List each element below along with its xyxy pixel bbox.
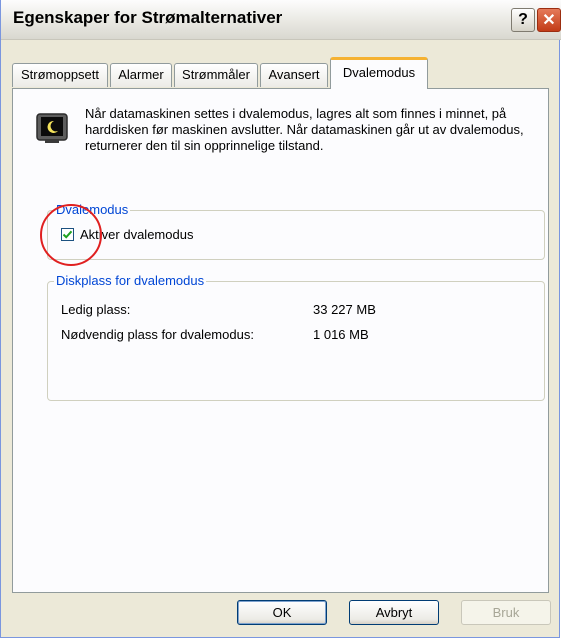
tab-dvalemodus[interactable]: Dvalemodus xyxy=(330,57,428,89)
tab-stromoppsett[interactable]: Strømoppsett xyxy=(12,63,108,87)
tab-alarmer[interactable]: Alarmer xyxy=(110,63,172,87)
free-space-value: 33 227 MB xyxy=(313,302,376,317)
close-button[interactable]: ✕ xyxy=(537,8,561,32)
info-description: Når datamaskinen settes i dvalemodus, la… xyxy=(85,106,524,153)
title-bar[interactable]: Egenskaper for Strømalternativer ? ✕ xyxy=(1,0,561,40)
window-title: Egenskaper for Strømalternativer xyxy=(13,8,283,27)
apply-button[interactable]: Bruk xyxy=(461,600,551,625)
highlight-annotation-circle xyxy=(40,204,102,266)
properties-dialog: Egenskaper for Strømalternativer ? ✕ Str… xyxy=(0,0,561,638)
help-icon: ? xyxy=(518,11,528,28)
tab-strommaler[interactable]: Strømmåler xyxy=(174,63,258,87)
disk-space-group-title: Diskplass for dvalemodus xyxy=(54,273,207,289)
close-icon: ✕ xyxy=(542,12,556,29)
help-button[interactable]: ? xyxy=(511,8,535,32)
required-space-label: Nødvendig plass for dvalemodus: xyxy=(61,327,254,342)
cancel-button[interactable]: Avbryt xyxy=(349,600,439,625)
hibernate-monitor-icon xyxy=(36,113,68,143)
required-space-value: 1 016 MB xyxy=(313,327,369,342)
ok-button[interactable]: OK xyxy=(237,600,327,625)
free-space-label: Ledig plass: xyxy=(61,302,131,317)
tab-avansert[interactable]: Avansert xyxy=(260,63,328,87)
